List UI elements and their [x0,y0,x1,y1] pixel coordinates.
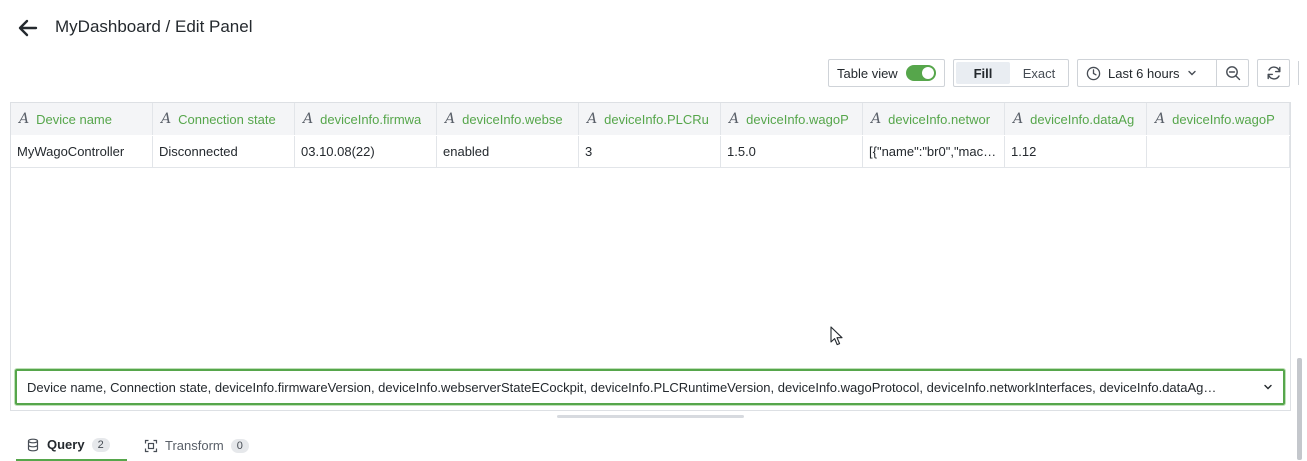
text-field-icon: A [1155,111,1166,127]
tab-query[interactable]: Query 2 [16,430,127,461]
column-header-label: deviceInfo.firmwa [320,111,422,127]
table-cell: 3 [579,136,721,168]
table-cell: enabled [437,136,579,168]
column-header[interactable]: AdeviceInfo.firmwa [295,103,437,135]
column-header-label: Connection state [178,111,276,127]
tab-transform[interactable]: Transform 0 [134,430,264,461]
text-field-icon: A [729,111,740,127]
tab-query-count: 2 [91,437,110,452]
fill-exact-toggle: Fill Exact [953,59,1069,87]
back-button[interactable] [14,14,42,42]
column-header-label: deviceInfo.webse [462,111,563,127]
table-cell: Disconnected [153,136,295,168]
panel-splitter-handle[interactable] [557,415,744,418]
column-header-label: deviceInfo.wagoP [746,111,849,127]
text-field-icon: A [161,111,172,127]
column-header[interactable]: A Device name [11,103,153,135]
table-view-switch[interactable] [905,65,936,81]
table-cell-value: 1.12 [1011,144,1037,159]
zoom-out-button[interactable] [1216,59,1249,87]
chevron-down-icon [1264,384,1272,390]
column-header[interactable]: AdeviceInfo.dataAg [1005,103,1147,135]
text-field-icon: A [445,111,456,127]
column-header[interactable]: AdeviceInfo.webse [437,103,579,135]
tab-transform-count: 0 [230,438,249,453]
mouse-pointer-icon [830,326,843,346]
table-cell: 1.12 [1005,136,1147,168]
arrow-left-icon [18,19,38,37]
clock-icon [1086,66,1101,80]
table-cell-value: MyWagoController [17,144,125,159]
table-cell-value: 3 [585,144,593,159]
table-cell: MyWagoController [11,136,153,168]
table-cell [1147,136,1290,168]
scrollbar[interactable] [1297,358,1302,460]
text-field-icon: A [19,111,30,127]
database-icon [27,438,39,451]
text-field-icon: A [587,111,598,127]
table-cell: [{"name":"br0","mac":"… [863,136,1005,168]
chevron-down-icon [1187,70,1196,76]
text-field-icon: A [871,111,882,127]
field-select-value: Device name, Connection state, deviceInf… [27,379,1217,395]
table-cell-value: Disconnected [159,144,238,159]
text-field-icon: A [303,111,314,127]
column-header-label: deviceInfo.networ [888,111,991,127]
column-header-label: deviceInfo.wagoP [1172,111,1275,127]
zoom-out-icon [1225,66,1240,81]
tab-transform-label: Transform [165,438,224,453]
table-cell-value: 1.5.0 [727,144,756,159]
tab-query-label: Query [47,437,85,452]
table-cell: 03.10.08(22) [295,136,437,168]
fill-button[interactable]: Fill [956,62,1010,84]
column-header-label: deviceInfo.PLCRu [604,111,709,127]
table-cell-value: [{"name":"br0","mac":"… [869,144,998,159]
column-header-label: deviceInfo.dataAg [1030,111,1135,127]
time-range-label: Last 6 hours [1108,65,1180,81]
table-cell-value: 03.10.08(22) [301,144,375,159]
refresh-icon [1267,66,1280,80]
refresh-picker-edge[interactable] [1298,61,1307,85]
refresh-button[interactable] [1257,59,1290,87]
time-range-picker[interactable]: Last 6 hours [1077,59,1217,87]
column-header[interactable]: AdeviceInfo.wagoP [1147,103,1290,135]
column-header[interactable]: AdeviceInfo.PLCRu [579,103,721,135]
text-field-icon: A [1013,111,1024,127]
column-header[interactable]: A Connection state [153,103,295,135]
column-header[interactable]: AdeviceInfo.wagoP [721,103,863,135]
column-header[interactable]: AdeviceInfo.networ [863,103,1005,135]
table-view-toggle-group[interactable]: Table view [828,59,945,87]
column-header-label: Device name [36,111,112,127]
page-title: MyDashboard / Edit Panel [55,17,253,36]
table-cell-value: enabled [443,144,490,159]
transform-icon [144,439,158,452]
table-cell: 1.5.0 [721,136,863,168]
table-view-label: Table view [837,65,898,81]
exact-button[interactable]: Exact [1012,62,1066,84]
field-select[interactable]: Device name, Connection state, deviceInf… [15,369,1285,405]
